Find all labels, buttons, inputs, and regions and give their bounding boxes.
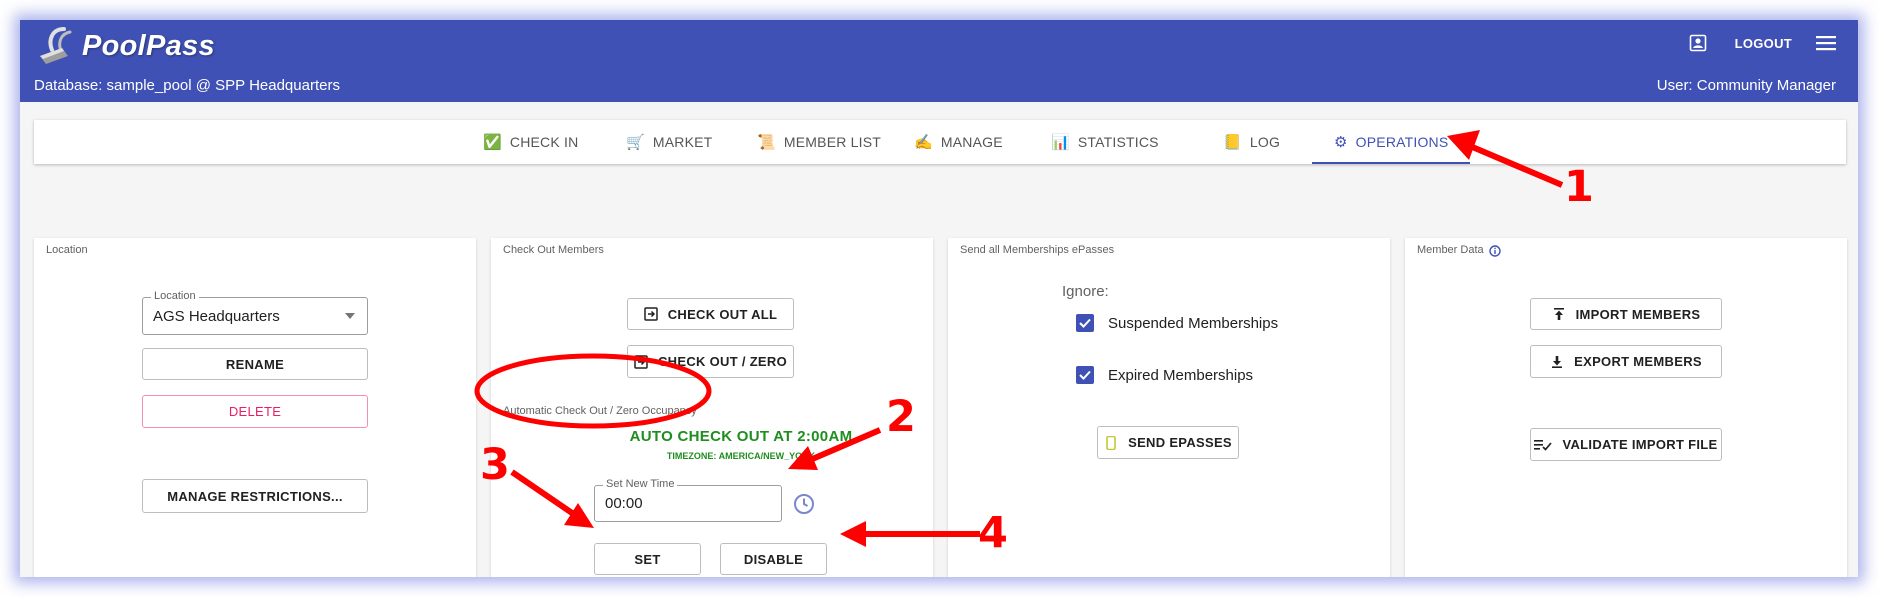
send-epasses-button[interactable]: SEND EPASSES — [1097, 426, 1239, 459]
rename-button[interactable]: RENAME — [142, 348, 368, 380]
check-out-card: Check Out Members CHECK OUT ALL CHECK OU… — [491, 238, 933, 577]
auto-checkout-status: AUTO CHECK OUT AT 2:00AM — [629, 428, 853, 445]
database-info: Database: sample_pool @ SPP Headquarters — [34, 77, 340, 94]
tab-log[interactable]: 📒 LOG — [1223, 120, 1280, 164]
checkbox-checked-icon — [1076, 366, 1094, 384]
check-out-zero-button[interactable]: CHECK OUT / ZERO — [627, 345, 794, 378]
check-mark-icon: ✅ — [483, 134, 502, 151]
gear-icon: ⚙ — [1334, 134, 1348, 151]
tab-manage[interactable]: ✍ MANAGE — [914, 120, 1003, 164]
card-title: Location — [46, 244, 88, 256]
annotation-number-1: 1 — [1564, 162, 1594, 212]
expired-memberships-checkbox[interactable]: Expired Memberships — [1076, 366, 1253, 384]
writing-hand-icon: ✍ — [914, 134, 933, 151]
app-bar: PoolPass Database: sample_pool @ SPP Hea… — [20, 20, 1858, 102]
download-icon — [1552, 355, 1563, 368]
exit-to-app-icon — [643, 307, 658, 321]
clock-icon[interactable] — [793, 493, 815, 515]
logo: PoolPass — [34, 26, 215, 66]
chevron-down-icon — [345, 313, 355, 319]
set-new-time-field[interactable]: Set New Time 00:00 — [594, 478, 782, 522]
exit-to-app-icon — [634, 354, 648, 369]
checkbox-checked-icon — [1076, 314, 1094, 332]
field-label: Set New Time — [603, 478, 678, 490]
tab-label: LOG — [1249, 134, 1281, 150]
tab-check-in[interactable]: ✅ CHECK IN — [483, 120, 578, 164]
tab-market[interactable]: 🛒 MARKET — [626, 120, 712, 164]
user-info: User: Community Manager — [1656, 77, 1836, 94]
upload-icon — [1553, 308, 1564, 320]
phone-icon — [1106, 435, 1116, 450]
tab-operations[interactable]: ⚙ OPERATIONS — [1311, 120, 1471, 164]
tab-label: STATISTICS — [1077, 134, 1159, 150]
button-label: EXPORT MEMBERS — [1574, 354, 1702, 369]
tab-member-list[interactable]: 📜 MEMBER LIST — [757, 120, 881, 164]
tab-label: MARKET — [652, 134, 713, 150]
tab-label: MEMBER LIST — [783, 134, 881, 150]
account-box-icon[interactable] — [1689, 34, 1707, 52]
button-label: CHECK OUT ALL — [667, 306, 778, 322]
app-name: PoolPass — [82, 29, 215, 62]
playlist-check-icon — [1534, 439, 1553, 451]
logout-button[interactable]: LOGOUT — [1735, 36, 1792, 51]
location-select[interactable]: Location AGS Headquarters — [142, 290, 368, 335]
card-title: Member Data — [1417, 244, 1484, 256]
tab-statistics[interactable]: 📊 STATISTICS — [1051, 120, 1159, 164]
button-label: SEND EPASSES — [1128, 435, 1232, 450]
import-members-button[interactable]: IMPORT MEMBERS — [1530, 298, 1722, 330]
ignore-label: Ignore: — [1062, 283, 1109, 300]
suspended-memberships-checkbox[interactable]: Suspended Memberships — [1076, 314, 1278, 332]
annotation-number-3: 3 — [480, 440, 510, 490]
annotation-number-2: 2 — [886, 392, 916, 442]
auto-checkout-section-label: Automatic Check Out / Zero Occupancy — [503, 405, 697, 417]
button-label: VALIDATE IMPORT FILE — [1562, 437, 1718, 452]
checkbox-label: Expired Memberships — [1108, 366, 1254, 384]
manage-restrictions-button[interactable]: MANAGE RESTRICTIONS... — [142, 479, 368, 513]
menu-icon[interactable] — [1816, 35, 1836, 51]
tab-bar: ✅ CHECK IN 🛒 MARKET 📜 MEMBER LIST ✍ MANA… — [34, 120, 1846, 164]
checkbox-label: Suspended Memberships — [1108, 314, 1279, 332]
set-button[interactable]: SET — [594, 543, 701, 575]
app-window: PoolPass Database: sample_pool @ SPP Hea… — [20, 20, 1858, 577]
field-value: 00:00 — [605, 495, 643, 512]
card-title: Check Out Members — [503, 244, 604, 256]
timezone-label: TIMEZONE: AMERICA/NEW_YORK — [666, 451, 816, 461]
disable-button[interactable]: DISABLE — [720, 543, 827, 575]
scroll-icon: 📜 — [757, 134, 776, 151]
location-card: Location Location AGS Headquarters RENAM… — [34, 238, 476, 577]
ledger-icon: 📒 — [1223, 134, 1242, 151]
info-icon[interactable] — [1489, 245, 1501, 257]
field-value: AGS Headquarters — [153, 308, 280, 325]
tab-label: OPERATIONS — [1355, 134, 1449, 150]
tab-label: CHECK IN — [509, 134, 579, 150]
annotation-number-4: 4 — [978, 508, 1008, 558]
delete-button[interactable]: DELETE — [142, 395, 368, 428]
check-out-all-button[interactable]: CHECK OUT ALL — [627, 298, 794, 330]
card-title: Send all Memberships ePasses — [960, 244, 1115, 256]
pool-ladder-logo-icon — [40, 27, 72, 64]
validate-import-file-button[interactable]: VALIDATE IMPORT FILE — [1530, 428, 1722, 461]
button-label: CHECK OUT / ZERO — [657, 354, 788, 369]
tab-label: MANAGE — [940, 134, 1003, 150]
member-data-card: Member Data IMPORT MEMBERS EXPORT MEMBER… — [1405, 238, 1847, 577]
epasses-card: Send all Memberships ePasses Ignore: Sus… — [948, 238, 1390, 577]
export-members-button[interactable]: EXPORT MEMBERS — [1530, 345, 1722, 378]
bar-chart-icon: 📊 — [1051, 134, 1070, 151]
cart-icon: 🛒 — [626, 134, 645, 151]
field-label: Location — [151, 290, 199, 302]
button-label: IMPORT MEMBERS — [1575, 306, 1701, 322]
